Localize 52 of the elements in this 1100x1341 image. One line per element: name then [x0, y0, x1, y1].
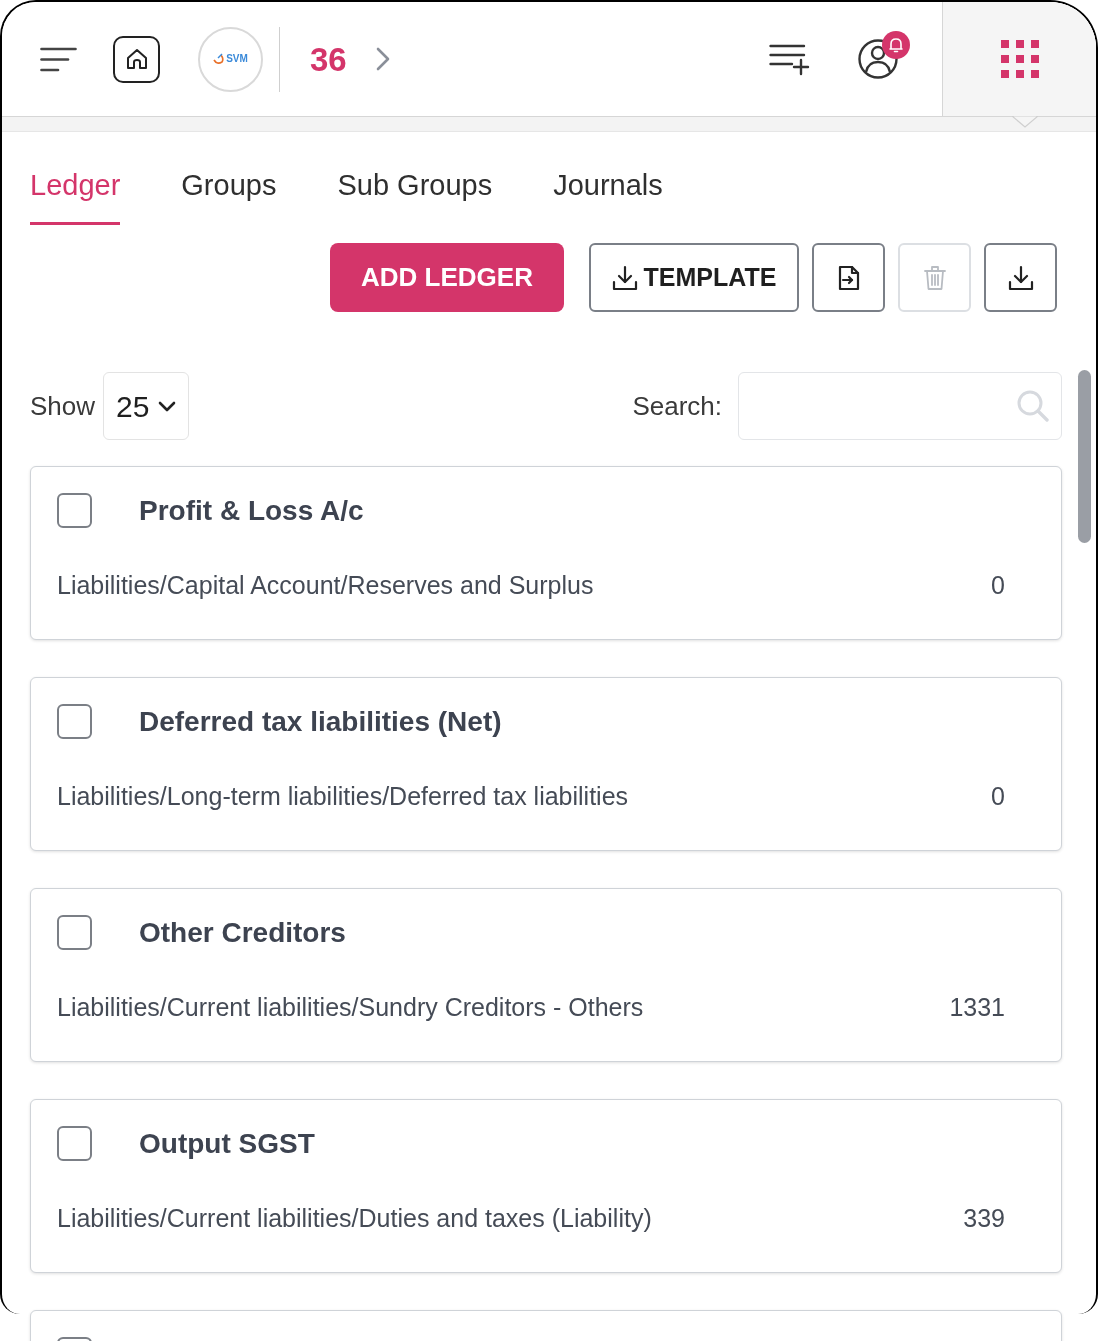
checkbox[interactable]: [57, 1126, 92, 1161]
apps-grid-icon: [1000, 40, 1039, 78]
company-logo[interactable]: SVM: [198, 26, 263, 92]
show-label: Show: [30, 389, 96, 423]
ledger-path: Liabilities/Current liabilities/Duties and taxes (Liability): [57, 1203, 652, 1235]
checkbox[interactable]: [57, 915, 92, 950]
next-button[interactable]: [375, 47, 390, 71]
profile-button[interactable]: [858, 31, 910, 79]
scrollbar-thumb[interactable]: [1078, 370, 1091, 543]
ledger-count: 1331: [949, 992, 1005, 1024]
ledger-path: Liabilities/Current liabilities/Sundry Creditors - Others: [57, 992, 644, 1024]
tab[interactable]: Ledger: [30, 160, 121, 225]
ledger-path: Liabilities/Long-term liabilities/Deferred tax liabilities: [57, 781, 629, 813]
ledger-title: Output SGST: [139, 1126, 315, 1161]
search-label: Search:: [632, 389, 722, 423]
user-icon: [858, 39, 898, 79]
menu-button[interactable]: [40, 46, 77, 72]
logo-swoosh-icon: [213, 53, 226, 65]
checkbox[interactable]: [57, 704, 92, 739]
chevron-right-icon: [375, 47, 390, 71]
page-size-select[interactable]: 25: [103, 372, 190, 440]
notification-bell-icon: [882, 31, 910, 59]
tab[interactable]: Journals: [553, 160, 663, 225]
home-icon: [124, 47, 149, 71]
home-button[interactable]: [113, 35, 160, 83]
checkbox[interactable]: [57, 493, 92, 528]
ledger-title: Profit & Loss A/c: [139, 493, 364, 528]
download-icon: [611, 264, 638, 291]
file-import-icon: [837, 264, 860, 291]
ledger-title: Other Creditors: [139, 915, 346, 950]
search-icon: [1017, 390, 1049, 422]
ledger-count: 0: [991, 570, 1005, 602]
add-ledger-button[interactable]: ADD LEDGER: [330, 243, 564, 312]
ledger-path: Liabilities/Capital Account/Reserves and Surplus: [57, 570, 594, 602]
icon-button[interactable]: [984, 243, 1057, 312]
ledger-count: 0: [991, 781, 1005, 813]
chevron-down-icon: [158, 400, 177, 412]
tab[interactable]: Groups: [181, 160, 277, 225]
apps-button[interactable]: [1000, 40, 1039, 78]
logo-text: SVM: [226, 54, 248, 64]
add-list-button[interactable]: [769, 42, 810, 76]
icon-button[interactable]: [812, 243, 885, 312]
ledger-title: Deferred tax liabilities (Net): [139, 704, 502, 739]
breadcrumb-count: 36: [310, 42, 347, 76]
download-icon: [1007, 264, 1034, 291]
search-field[interactable]: [738, 372, 1062, 440]
ledger-count: 339: [963, 1203, 1005, 1235]
trash-icon: [923, 264, 946, 291]
tab[interactable]: Sub Groups: [337, 160, 493, 225]
menu-icon: [40, 46, 77, 72]
template-button[interactable]: TEMPLATE: [589, 243, 799, 312]
list-add-icon: [769, 42, 810, 76]
